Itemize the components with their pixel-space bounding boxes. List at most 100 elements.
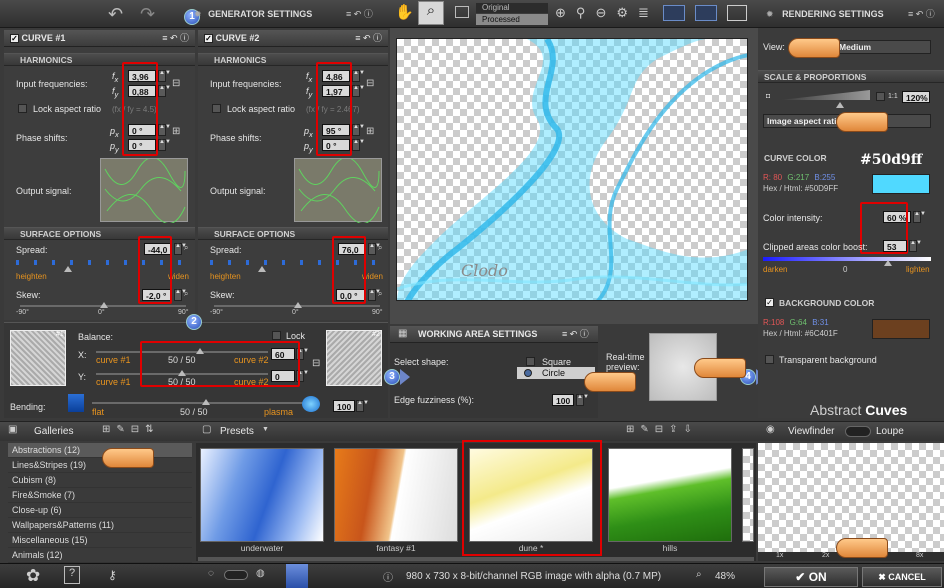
monitor-icon[interactable] xyxy=(727,5,747,21)
bending-handle[interactable] xyxy=(202,399,210,405)
scale-handle[interactable] xyxy=(836,102,844,108)
bending-input[interactable]: 100 xyxy=(333,400,355,412)
zoom-1x[interactable]: 1x xyxy=(776,552,783,559)
balance-lock-checkbox[interactable] xyxy=(272,331,281,340)
curve2-skew-handle[interactable] xyxy=(294,302,302,308)
gallery-item[interactable]: Abstractions (12) xyxy=(8,443,192,458)
boost-spinner[interactable]: ▲▼ xyxy=(909,240,922,252)
presets-dropdown-icon[interactable]: ▼ xyxy=(262,426,269,433)
gallery-item[interactable]: Close-up (6) xyxy=(8,503,192,518)
boost-input[interactable]: 53 xyxy=(883,240,907,252)
add-gallery-icon[interactable]: ⊞ xyxy=(102,424,116,435)
viewfinder-panel[interactable] xyxy=(758,443,944,553)
reset-icon[interactable]: ↶ xyxy=(354,9,362,19)
curve2-fx-spinner[interactable]: ▲▼ xyxy=(352,70,365,82)
fuzziness-spinner[interactable]: ▲▼ xyxy=(576,394,589,406)
image-view-icon[interactable] xyxy=(455,6,469,18)
curve1-spread-spinner[interactable]: ▲▼ xyxy=(174,243,187,255)
boost-gradient-slider[interactable] xyxy=(763,257,931,261)
circle-radio[interactable] xyxy=(524,369,532,377)
bg-color-checkbox[interactable]: ✓ xyxy=(765,298,774,307)
curve1-fy-spinner[interactable]: ▲▼ xyxy=(158,85,171,97)
preset-thumbnail[interactable] xyxy=(334,448,458,542)
menu-icon[interactable]: ≡ xyxy=(346,9,351,19)
fullscreen-icon[interactable] xyxy=(695,5,717,21)
balance-lock-icon[interactable]: ⊟ xyxy=(312,358,320,369)
preset-thumbnail[interactable] xyxy=(200,448,324,542)
presets-scrollbar[interactable] xyxy=(198,557,754,561)
preset-thumbnail[interactable] xyxy=(608,448,732,542)
help-icon[interactable]: ? xyxy=(64,566,80,584)
curve1-thumbnail[interactable] xyxy=(10,330,66,386)
curve1-fx-spinner[interactable]: ▲▼ xyxy=(158,70,171,82)
key-icon[interactable]: ⚷ xyxy=(108,568,117,582)
image-canvas[interactable]: Clodo xyxy=(396,38,748,301)
zoom-tool-icon[interactable]: ⌕ xyxy=(418,1,444,25)
edit-gallery-icon[interactable]: ✎ xyxy=(116,424,130,435)
sort-gallery-icon[interactable]: ⇅ xyxy=(145,424,159,435)
curve1-skew-spinner[interactable]: ▲▼ xyxy=(174,289,187,301)
one-to-one-checkbox[interactable] xyxy=(876,92,885,101)
gallery-item[interactable]: Miscellaneous (15) xyxy=(8,533,192,548)
gear-icon[interactable]: ✹ xyxy=(194,9,202,19)
square-option[interactable] xyxy=(526,357,535,366)
bending-spinner[interactable]: ▲▼ xyxy=(356,400,369,412)
fit-screen-icon[interactable] xyxy=(663,5,685,21)
hand-tool-icon[interactable]: ✋ xyxy=(395,3,415,23)
download-preset-icon[interactable]: ⇩ xyxy=(684,424,698,435)
intensity-spinner[interactable]: ▲▼ xyxy=(913,211,926,223)
curve2-enable-checkbox[interactable]: ✓ xyxy=(204,34,213,44)
gallery-item[interactable]: Fire&Smoke (7) xyxy=(8,488,192,503)
undo-icon[interactable]: ↶ xyxy=(108,4,123,25)
curve1-phase-reset-icon[interactable]: ⊞ xyxy=(172,126,180,137)
curve1-freq-lock-icon[interactable]: ⊟ xyxy=(172,78,180,89)
curve1-lock-checkbox[interactable] xyxy=(18,104,27,113)
tune-icon[interactable]: ⚙ xyxy=(616,5,638,20)
remove-point-icon[interactable]: ⊖ xyxy=(595,5,616,20)
cancel-button[interactable]: ✖ CANCEL xyxy=(862,567,942,587)
upload-preset-icon[interactable]: ⇪ xyxy=(669,424,683,435)
gear-icon[interactable]: ✹ xyxy=(766,9,774,19)
curve2-py-spinner[interactable]: ▲▼ xyxy=(352,139,365,151)
curve2-spread-handle[interactable] xyxy=(258,266,266,272)
processed-tab[interactable]: Processed xyxy=(476,14,548,25)
curve1-spread-handle[interactable] xyxy=(64,266,72,272)
download-arrow-icon[interactable] xyxy=(286,564,308,588)
curve2-thumbnail[interactable] xyxy=(326,330,382,386)
curve2-px-spinner[interactable]: ▲▼ xyxy=(352,124,365,136)
zoom-8x[interactable]: 8x xyxy=(916,552,923,559)
curve2-lock-checkbox[interactable] xyxy=(212,104,221,113)
info-icon[interactable]: ⓘ xyxy=(364,9,373,19)
curve1-enable-checkbox[interactable]: ✓ xyxy=(10,34,19,44)
curve1-skew-search-icon[interactable]: ⌕ xyxy=(184,289,188,299)
redo-icon[interactable]: ↷ xyxy=(140,4,155,25)
presets-title[interactable]: Presets xyxy=(220,426,254,437)
curve2-spread-spinner[interactable]: ▲▼ xyxy=(368,243,381,255)
preset-thumbnail-partial[interactable] xyxy=(742,448,754,542)
delete-gallery-icon[interactable]: ⊟ xyxy=(131,424,145,435)
zoom-2x[interactable]: 2x xyxy=(822,552,829,559)
boost-handle[interactable] xyxy=(884,260,892,266)
on-button[interactable]: ✔ ON xyxy=(764,567,858,587)
curve2-freq-lock-icon[interactable]: ⊟ xyxy=(366,78,374,89)
settings-icon[interactable]: ✿ xyxy=(26,566,40,586)
original-tab[interactable]: Original xyxy=(476,3,548,13)
gallery-item[interactable]: Cubism (8) xyxy=(8,473,192,488)
add-point-icon[interactable]: ⊕ xyxy=(555,5,576,20)
curve1-skew-handle[interactable] xyxy=(100,302,108,308)
curve2-skew-search-icon[interactable]: ⌕ xyxy=(378,289,382,299)
gallery-item[interactable]: Animals (12) xyxy=(8,548,192,563)
transparent-bg-checkbox[interactable] xyxy=(765,355,774,364)
person-icon[interactable]: ⚲ xyxy=(576,5,596,20)
bulb-icon[interactable]: ◌ xyxy=(208,568,214,579)
gallery-item[interactable]: Wallpapers&Patterns (11) xyxy=(8,518,192,533)
list-icon[interactable]: ≣ xyxy=(638,5,659,20)
curve2-spread-search-icon[interactable]: ⌕ xyxy=(378,243,382,253)
scale-input[interactable]: 120% xyxy=(902,91,930,103)
view-select[interactable]: Medium xyxy=(835,40,931,54)
lamp-icon[interactable]: ◍ xyxy=(256,568,265,579)
add-preset-icon[interactable]: ⊞ xyxy=(626,424,640,435)
edit-preset-icon[interactable]: ✎ xyxy=(640,424,654,435)
curve2-phase-reset-icon[interactable]: ⊞ xyxy=(366,126,374,137)
curve2-skew-spinner[interactable]: ▲▼ xyxy=(368,289,381,301)
